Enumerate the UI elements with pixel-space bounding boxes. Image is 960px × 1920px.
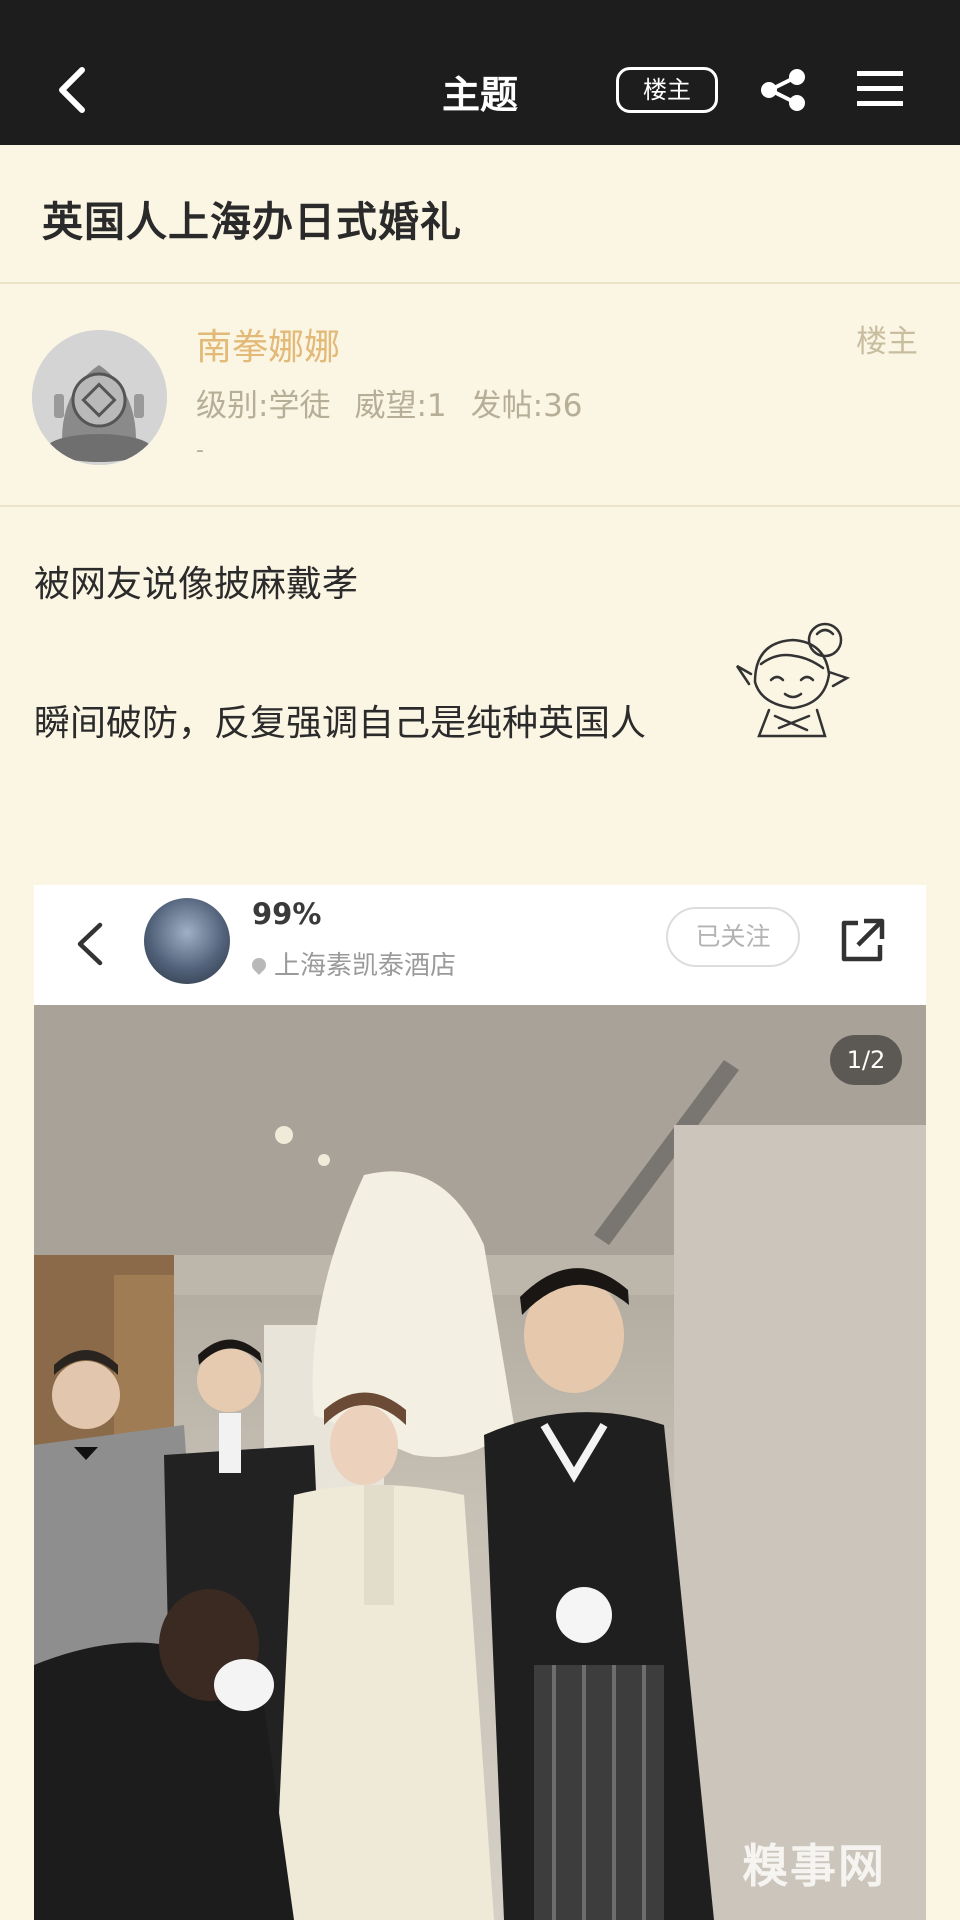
author-name[interactable]: 南拳娜娜: [196, 318, 340, 370]
menu-button[interactable]: [855, 68, 905, 110]
thread-title: 英国人上海办日式婚礼: [42, 198, 462, 246]
top-nav-bar: 主题 楼主: [0, 0, 960, 145]
author-signature: -: [196, 438, 204, 463]
diving-helmet-avatar: [32, 330, 167, 465]
embedded-header: 99% 上海素凯泰酒店 已关注: [34, 885, 926, 1005]
back-arrow-icon: [59, 67, 85, 113]
sticker-icon: [725, 612, 865, 742]
embedded-location: 上海素凯泰酒店: [249, 945, 457, 982]
post-text-line: 瞬间破防，反复强调自己是纯种英国人: [34, 703, 647, 744]
author-level: 级别:学徒: [196, 388, 331, 424]
external-share-icon: [836, 915, 888, 967]
author-posts: 发帖:36: [470, 388, 583, 424]
author-prestige: 威望:1: [354, 388, 447, 424]
author-avatar[interactable]: [32, 330, 167, 465]
embedded-back-icon: [72, 917, 108, 971]
back-button[interactable]: [52, 62, 92, 118]
embedded-screenshot[interactable]: 99% 上海素凯泰酒店 已关注 1/2 糗事网: [34, 885, 926, 1920]
only-op-button[interactable]: 楼主: [616, 67, 718, 113]
embedded-username: 99%: [252, 897, 322, 931]
embedded-avatar: [144, 898, 230, 984]
author-meta: 级别:学徒 威望:1 发帖:36: [196, 380, 607, 425]
divider: [0, 282, 960, 284]
embedded-location-text: 上海素凯泰酒店: [274, 951, 457, 981]
share-icon: [761, 69, 805, 111]
location-pin-icon: [249, 955, 269, 975]
op-tag: 楼主: [856, 324, 918, 360]
post-text-line: 被网友说像披麻戴孝: [34, 564, 359, 605]
wedding-photo: 1/2 糗事网: [34, 1005, 926, 1920]
watermark: 糗事网: [742, 1839, 886, 1893]
divider: [0, 505, 960, 507]
share-button[interactable]: [758, 68, 808, 112]
photo-illustration: [34, 1005, 926, 1920]
menu-icon: [857, 71, 903, 106]
page-title: 主题: [441, 73, 518, 117]
image-counter: 1/2: [830, 1035, 902, 1085]
embedded-follow-badge: 已关注: [666, 907, 800, 967]
